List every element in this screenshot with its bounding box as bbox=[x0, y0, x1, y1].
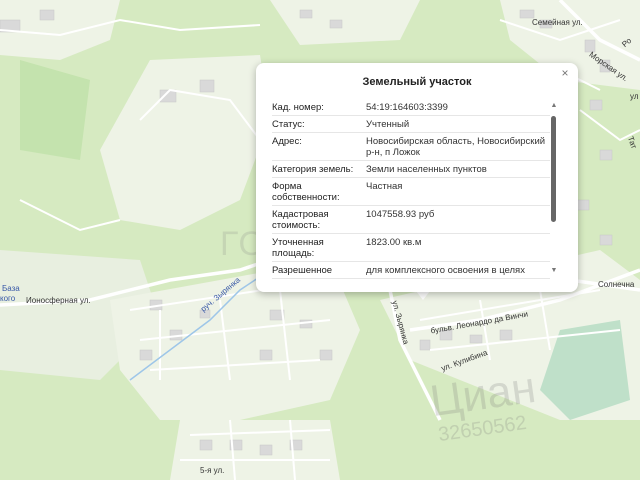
info-key: Кад. номер: bbox=[272, 102, 324, 113]
info-row-ownership: Форма собственности: Частная bbox=[272, 178, 550, 206]
scrollbar-thumb[interactable] bbox=[551, 116, 556, 222]
place-label-cut-left: кого bbox=[0, 294, 16, 303]
info-value: для комплексного освоения в целях bbox=[366, 265, 525, 276]
info-row-cadastral-value: Кадастровая стоимость: 1047558.93 руб bbox=[272, 206, 550, 234]
scroll-down-icon[interactable]: ▼ bbox=[550, 267, 558, 274]
info-value: Новосибирская область, Новосибирский р-н… bbox=[366, 136, 546, 158]
info-key: Разрешенное bbox=[272, 265, 333, 276]
info-row-status: Статус: Учтенный bbox=[272, 116, 550, 133]
street-label-solnechnaya: Солнечна bbox=[598, 280, 635, 289]
info-row-address: Адрес: Новосибирская область, Новосибирс… bbox=[272, 133, 550, 161]
popup-title: Земельный участок bbox=[362, 76, 472, 88]
info-value: Частная bbox=[366, 181, 403, 192]
street-label-cut-right-b: ул bbox=[630, 92, 639, 101]
info-key: Кадастровая стоимость: bbox=[272, 209, 329, 231]
street-label-semeinaya: Семейная ул. bbox=[532, 18, 583, 27]
info-key: Категория земель: bbox=[272, 164, 354, 175]
place-label-baza: База bbox=[2, 284, 20, 293]
close-icon[interactable]: × bbox=[558, 66, 572, 80]
info-row-permitted-use: Разрешенное для комплексного освоения в … bbox=[272, 262, 550, 279]
scroll-up-icon[interactable]: ▲ bbox=[550, 102, 558, 109]
land-plot-popup: Земельный участок × Кад. номер: 54:19:16… bbox=[256, 63, 578, 292]
info-value: Учтенный bbox=[366, 119, 410, 130]
street-label-ionosfernaya: Ионосферная ул. bbox=[26, 296, 91, 305]
info-value: 1823.00 кв.м bbox=[366, 237, 422, 248]
info-key: Статус: bbox=[272, 119, 305, 130]
info-key: Уточненная площадь: bbox=[272, 237, 324, 259]
street-label-pyataya: 5-я ул. bbox=[200, 466, 225, 475]
popup-scrollbar[interactable]: ▲ ▼ bbox=[550, 102, 558, 289]
popup-info-list[interactable]: Кад. номер: 54:19:164603:3399 Статус: Уч… bbox=[272, 99, 550, 285]
info-row-cadastral-number: Кад. номер: 54:19:164603:3399 bbox=[272, 99, 550, 116]
popup-tail bbox=[416, 291, 430, 300]
info-value: 54:19:164603:3399 bbox=[366, 102, 448, 113]
info-key: Форма собственности: bbox=[272, 181, 340, 203]
info-key: Адрес: bbox=[272, 136, 302, 147]
info-row-area: Уточненная площадь: 1823.00 кв.м bbox=[272, 234, 550, 262]
info-row-land-category: Категория земель: Земли населенных пункт… bbox=[272, 161, 550, 178]
info-value: Земли населенных пунктов bbox=[366, 164, 487, 175]
info-value: 1047558.93 руб bbox=[366, 209, 435, 220]
